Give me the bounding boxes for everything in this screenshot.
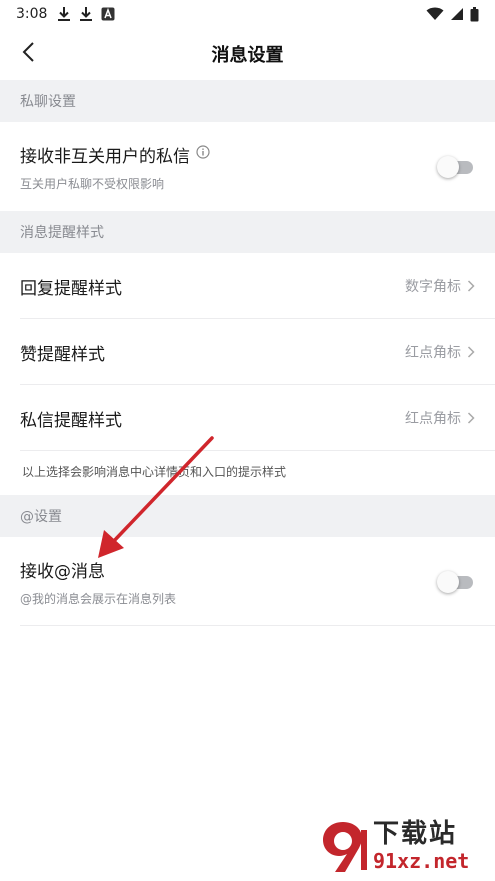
row-divider bbox=[20, 450, 495, 451]
non-mutual-messages-toggle[interactable] bbox=[437, 155, 475, 178]
back-arrow-icon bbox=[21, 41, 35, 67]
section-header-reminder-style: 消息提醒样式 bbox=[0, 211, 495, 253]
row-value: 红点角标 bbox=[405, 345, 461, 361]
chevron-right-icon bbox=[467, 412, 475, 424]
status-time: 3:08 bbox=[16, 6, 48, 22]
row-title-wrap: 接收非互关用户的私信 bbox=[20, 142, 437, 167]
status-bar: 3:08 bbox=[0, 0, 495, 28]
status-notification-icons bbox=[57, 6, 115, 22]
site-watermark: 下载站 91xz.net bbox=[313, 815, 491, 877]
nav-header: 消息设置 bbox=[0, 28, 495, 80]
at-messages-toggle[interactable] bbox=[437, 570, 475, 593]
section-header-private-chat: 私聊设置 bbox=[0, 80, 495, 122]
section-header-at-settings: @设置 bbox=[0, 495, 495, 537]
chevron-right-icon bbox=[467, 280, 475, 292]
toggle-knob bbox=[437, 570, 459, 593]
page-title: 消息设置 bbox=[211, 45, 284, 66]
download-icon bbox=[57, 6, 71, 22]
wifi-icon bbox=[426, 7, 444, 21]
signal-icon bbox=[450, 7, 464, 21]
row-subtitle: 互关用户私聊不受权限影响 bbox=[20, 176, 165, 191]
row-title: 接收@消息 bbox=[20, 561, 105, 582]
row-text-group: 接收@消息 @我的消息会展示在消息列表 bbox=[20, 557, 437, 607]
row-title: 赞提醒样式 bbox=[20, 344, 105, 365]
row-subtitle: @我的消息会展示在消息列表 bbox=[20, 591, 177, 606]
message-settings-screen: 3:08 消息设置 私聊设置 接收非互关用户的私信 互关用户私聊不受权限影响 消… bbox=[0, 0, 495, 881]
row-divider bbox=[20, 625, 495, 626]
row-title: 回复提醒样式 bbox=[20, 278, 122, 299]
watermark-title: 下载站 bbox=[373, 819, 458, 849]
row-value: 数字角标 bbox=[405, 279, 461, 295]
download-icon bbox=[79, 6, 93, 22]
toggle-knob bbox=[437, 155, 459, 178]
chevron-right-icon bbox=[467, 346, 475, 358]
info-icon[interactable] bbox=[196, 144, 210, 164]
watermark-logo-icon bbox=[323, 822, 367, 872]
reminder-style-note: 以上选择会影响消息中心详情页和入口的提示样式 bbox=[0, 451, 495, 495]
row-receive-non-mutual-messages: 接收非互关用户的私信 互关用户私聊不受权限影响 bbox=[0, 122, 495, 211]
row-private-message-reminder-style[interactable]: 私信提醒样式 红点角标 bbox=[0, 385, 495, 451]
row-reply-reminder-style[interactable]: 回复提醒样式 数字角标 bbox=[0, 253, 495, 319]
watermark-url: 91xz.net bbox=[373, 849, 470, 873]
status-system-icons bbox=[426, 6, 479, 22]
row-text-group: 接收非互关用户的私信 互关用户私聊不受权限影响 bbox=[20, 142, 437, 192]
row-title: 接收非互关用户的私信 bbox=[20, 146, 190, 167]
row-receive-at-messages: 接收@消息 @我的消息会展示在消息列表 bbox=[0, 537, 495, 626]
back-button[interactable] bbox=[10, 36, 46, 72]
row-value: 红点角标 bbox=[405, 411, 461, 427]
watermark-text: 下载站 91xz.net bbox=[373, 819, 469, 873]
a-notification-icon bbox=[101, 7, 115, 21]
row-title: 私信提醒样式 bbox=[20, 410, 122, 431]
row-like-reminder-style[interactable]: 赞提醒样式 红点角标 bbox=[0, 319, 495, 385]
battery-icon bbox=[470, 6, 479, 22]
